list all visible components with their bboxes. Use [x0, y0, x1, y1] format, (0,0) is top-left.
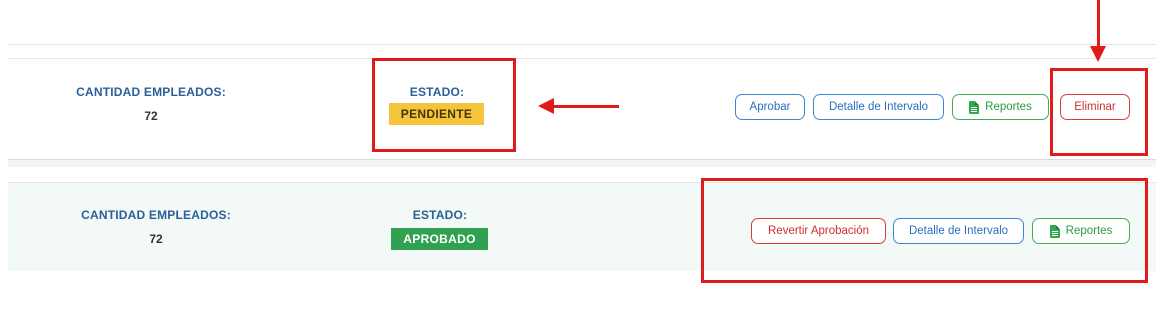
reports-button-label: Reportes: [985, 101, 1032, 113]
interval-detail-button-label: Detalle de Intervalo: [828, 101, 929, 113]
status-badge-approved: APROBADO: [391, 228, 488, 250]
employees-count: 72: [149, 232, 163, 246]
delete-highlight-box: [1050, 68, 1148, 156]
employees-count: 72: [144, 109, 158, 123]
status-highlight-box: [372, 58, 516, 152]
page: CANTIDAD EMPLEADOS: 72 ESTADO: PENDIENTE…: [0, 0, 1163, 313]
row-shadow: [8, 160, 1156, 167]
employees-label: CANTIDAD EMPLEADOS:: [81, 208, 231, 222]
status-label: ESTADO:: [412, 208, 468, 222]
interval-detail-button[interactable]: Detalle de Intervalo: [813, 94, 944, 120]
approve-button[interactable]: Aprobar: [735, 94, 805, 120]
approve-button-label: Aprobar: [749, 101, 791, 113]
interval-row-pending: CANTIDAD EMPLEADOS: 72 ESTADO: PENDIENTE…: [8, 58, 1156, 167]
reports-button[interactable]: Reportes: [952, 94, 1049, 120]
employees-label: CANTIDAD EMPLEADOS:: [76, 85, 226, 99]
document-icon: [969, 100, 980, 114]
divider: [8, 44, 1156, 45]
approved-actions-highlight-box: [701, 178, 1148, 283]
